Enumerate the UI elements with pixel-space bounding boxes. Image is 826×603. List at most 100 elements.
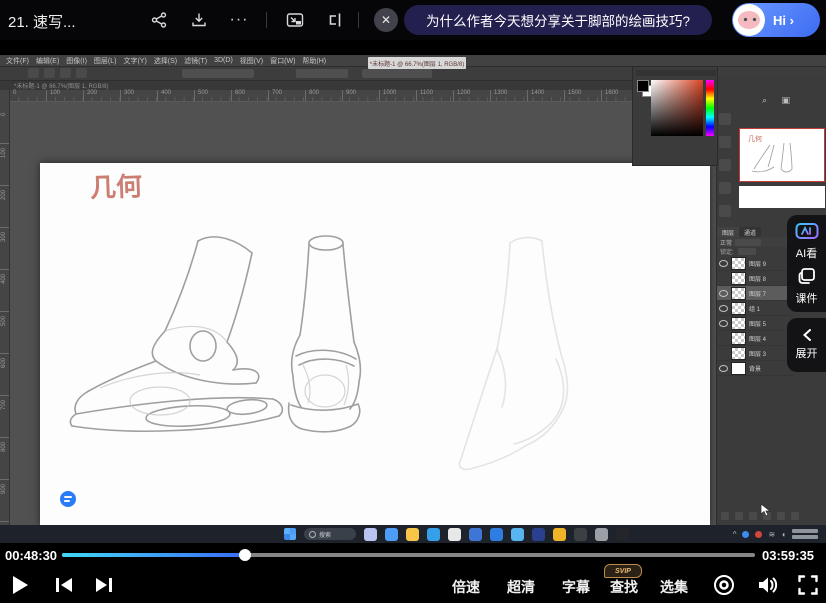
pip-button[interactable] [282, 8, 308, 32]
fill-field[interactable] [738, 248, 756, 255]
layer-visibility-eye-icon[interactable] [719, 305, 728, 312]
blend-mode-value[interactable]: 正常 [720, 238, 732, 247]
taskbar-app-icon[interactable] [574, 528, 587, 541]
saturation-value-square[interactable] [651, 80, 703, 136]
layer-thumbnail[interactable] [731, 287, 746, 300]
taskbar-app-icon[interactable] [448, 528, 461, 541]
video-content[interactable]: 文件(F) 编辑(E) 图像(I) 图层(L) 文字(Y) 选择(S) 滤镜(T) 3D(D)… [0, 55, 826, 525]
more-button[interactable]: ··· [226, 8, 252, 32]
progress-bar[interactable] [62, 553, 755, 557]
taskbar-app-icon[interactable] [364, 528, 377, 541]
taskbar-app-icon[interactable] [427, 528, 440, 541]
layer-visibility-eye-icon[interactable] [719, 290, 728, 297]
foreground-color-swatch[interactable] [637, 80, 649, 92]
ps-panel-header-icons[interactable]: ⌕ ▣ [762, 95, 796, 106]
layers-panel-tab[interactable]: 通道 [739, 227, 761, 237]
ps-navigator-thumbnail[interactable]: 几何 [739, 128, 825, 182]
layer-row[interactable]: 图层 7 [717, 286, 794, 301]
taskbar-app-icon[interactable] [616, 528, 629, 541]
panel-icon[interactable] [719, 113, 731, 125]
layer-row[interactable]: 图层 5 [717, 316, 794, 331]
layer-row[interactable]: 图层 8 [717, 271, 794, 286]
ps-menu-item[interactable]: 视图(V) [240, 56, 263, 66]
panel-icon[interactable] [719, 205, 731, 217]
panel-icon[interactable] [719, 159, 731, 171]
layer-thumbnail[interactable] [731, 347, 746, 360]
next-episode-button[interactable] [92, 573, 116, 597]
volume-button[interactable] [756, 573, 780, 597]
taskbar-app-icon[interactable] [595, 528, 608, 541]
ai-question-pill[interactable]: 为什么作者今天想分享关于脚部的绘画技巧? [404, 5, 712, 35]
panel-icon[interactable] [719, 182, 731, 194]
dock-window-button[interactable] [322, 8, 348, 32]
layer-thumbnail[interactable] [731, 362, 746, 375]
taskbar-app-icon[interactable] [490, 528, 503, 541]
share-button[interactable] [146, 8, 172, 32]
layer-thumbnail[interactable] [731, 317, 746, 330]
tray-network-icon[interactable]: ≋ [768, 530, 775, 539]
play-button[interactable] [8, 573, 32, 597]
layer-row[interactable]: 背景 [717, 361, 794, 376]
layer-row[interactable]: 组 1 [717, 301, 794, 316]
progress-thumb[interactable] [239, 549, 251, 561]
taskbar-app-icon[interactable] [511, 528, 524, 541]
quality-button[interactable]: 超清 [507, 577, 535, 597]
courseware-button[interactable]: 课件 [796, 267, 818, 306]
layer-visibility-eye-icon[interactable] [719, 275, 728, 282]
layer-row[interactable]: 图层 3 [717, 346, 794, 361]
layer-visibility-eye-icon[interactable] [719, 335, 728, 342]
layer-visibility-eye-icon[interactable] [719, 365, 728, 372]
subtitle-button[interactable]: 字幕 [562, 577, 590, 597]
ps-menu-item[interactable]: 图像(I) [66, 56, 87, 66]
ps-panel-icon-strip[interactable] [719, 113, 735, 217]
layer-thumbnail[interactable] [731, 302, 746, 315]
ps-menu-item[interactable]: 窗口(W) [270, 56, 295, 66]
ps-menu-item[interactable]: 滤镜(T) [184, 56, 207, 66]
hue-strip[interactable] [706, 80, 714, 136]
opacity-field[interactable] [735, 239, 761, 246]
taskbar-app-icon[interactable] [532, 528, 545, 541]
download-button[interactable] [186, 8, 212, 32]
taskbar-app-icon[interactable] [406, 528, 419, 541]
taskbar-app-icon[interactable] [385, 528, 398, 541]
ai-watch-button[interactable]: AI看 [795, 222, 819, 261]
ps-menu-item[interactable]: 编辑(E) [36, 56, 59, 66]
taskbar-search-box[interactable]: 搜索 [304, 528, 356, 540]
ps-menu-item[interactable]: 选择(S) [154, 56, 177, 66]
ps-menu-item[interactable]: 图层(L) [94, 56, 117, 66]
previous-episode-button[interactable] [52, 573, 76, 597]
windows-start-button[interactable] [284, 528, 296, 540]
ps-menu-item[interactable]: 文件(F) [6, 56, 29, 66]
panel-icon[interactable] [719, 136, 731, 148]
layer-visibility-eye-icon[interactable] [719, 320, 728, 327]
layer-visibility-eye-icon[interactable] [719, 350, 728, 357]
message-icon[interactable] [60, 491, 76, 507]
ps-menu-item[interactable]: 文字(Y) [123, 56, 146, 66]
layer-thumbnail[interactable] [731, 272, 746, 285]
taskbar-app-icon[interactable] [469, 528, 482, 541]
layer-thumbnail[interactable] [731, 257, 746, 270]
tray-chevron-icon[interactable]: ^ [733, 530, 737, 539]
layer-thumbnail[interactable] [731, 332, 746, 345]
episodes-button[interactable]: 选集 [660, 577, 688, 597]
taskbar-clock[interactable] [792, 529, 818, 539]
taskbar-app-icon[interactable] [553, 528, 566, 541]
find-button[interactable]: 查找 [610, 577, 638, 597]
layer-row[interactable]: 图层 4 [717, 331, 794, 346]
close-question-button[interactable]: ✕ [374, 8, 398, 32]
layer-visibility-eye-icon[interactable] [719, 260, 728, 267]
expand-button[interactable]: 展开 [787, 318, 826, 372]
fullscreen-button[interactable] [796, 573, 820, 597]
tray-volume-icon[interactable]: ◖ [781, 530, 786, 539]
layer-row[interactable]: 图层 9 [717, 256, 794, 271]
assistant-button[interactable]: Hi › [732, 3, 820, 37]
tray-app-icon[interactable] [742, 531, 749, 538]
ps-menu-item[interactable]: 帮助(H) [302, 56, 326, 66]
record-button[interactable] [712, 573, 736, 597]
ps-document-tab[interactable]: *未标题-1 @ 66.7%(图层 1, RGB/8) [368, 57, 466, 69]
speed-button[interactable]: 倍速 [452, 577, 480, 597]
ps-color-picker-panel[interactable] [632, 66, 718, 166]
layers-panel-tab[interactable]: 图层 [717, 227, 739, 237]
tray-app-icon[interactable] [755, 531, 762, 538]
ps-menu-item[interactable]: 3D(D) [214, 57, 233, 64]
